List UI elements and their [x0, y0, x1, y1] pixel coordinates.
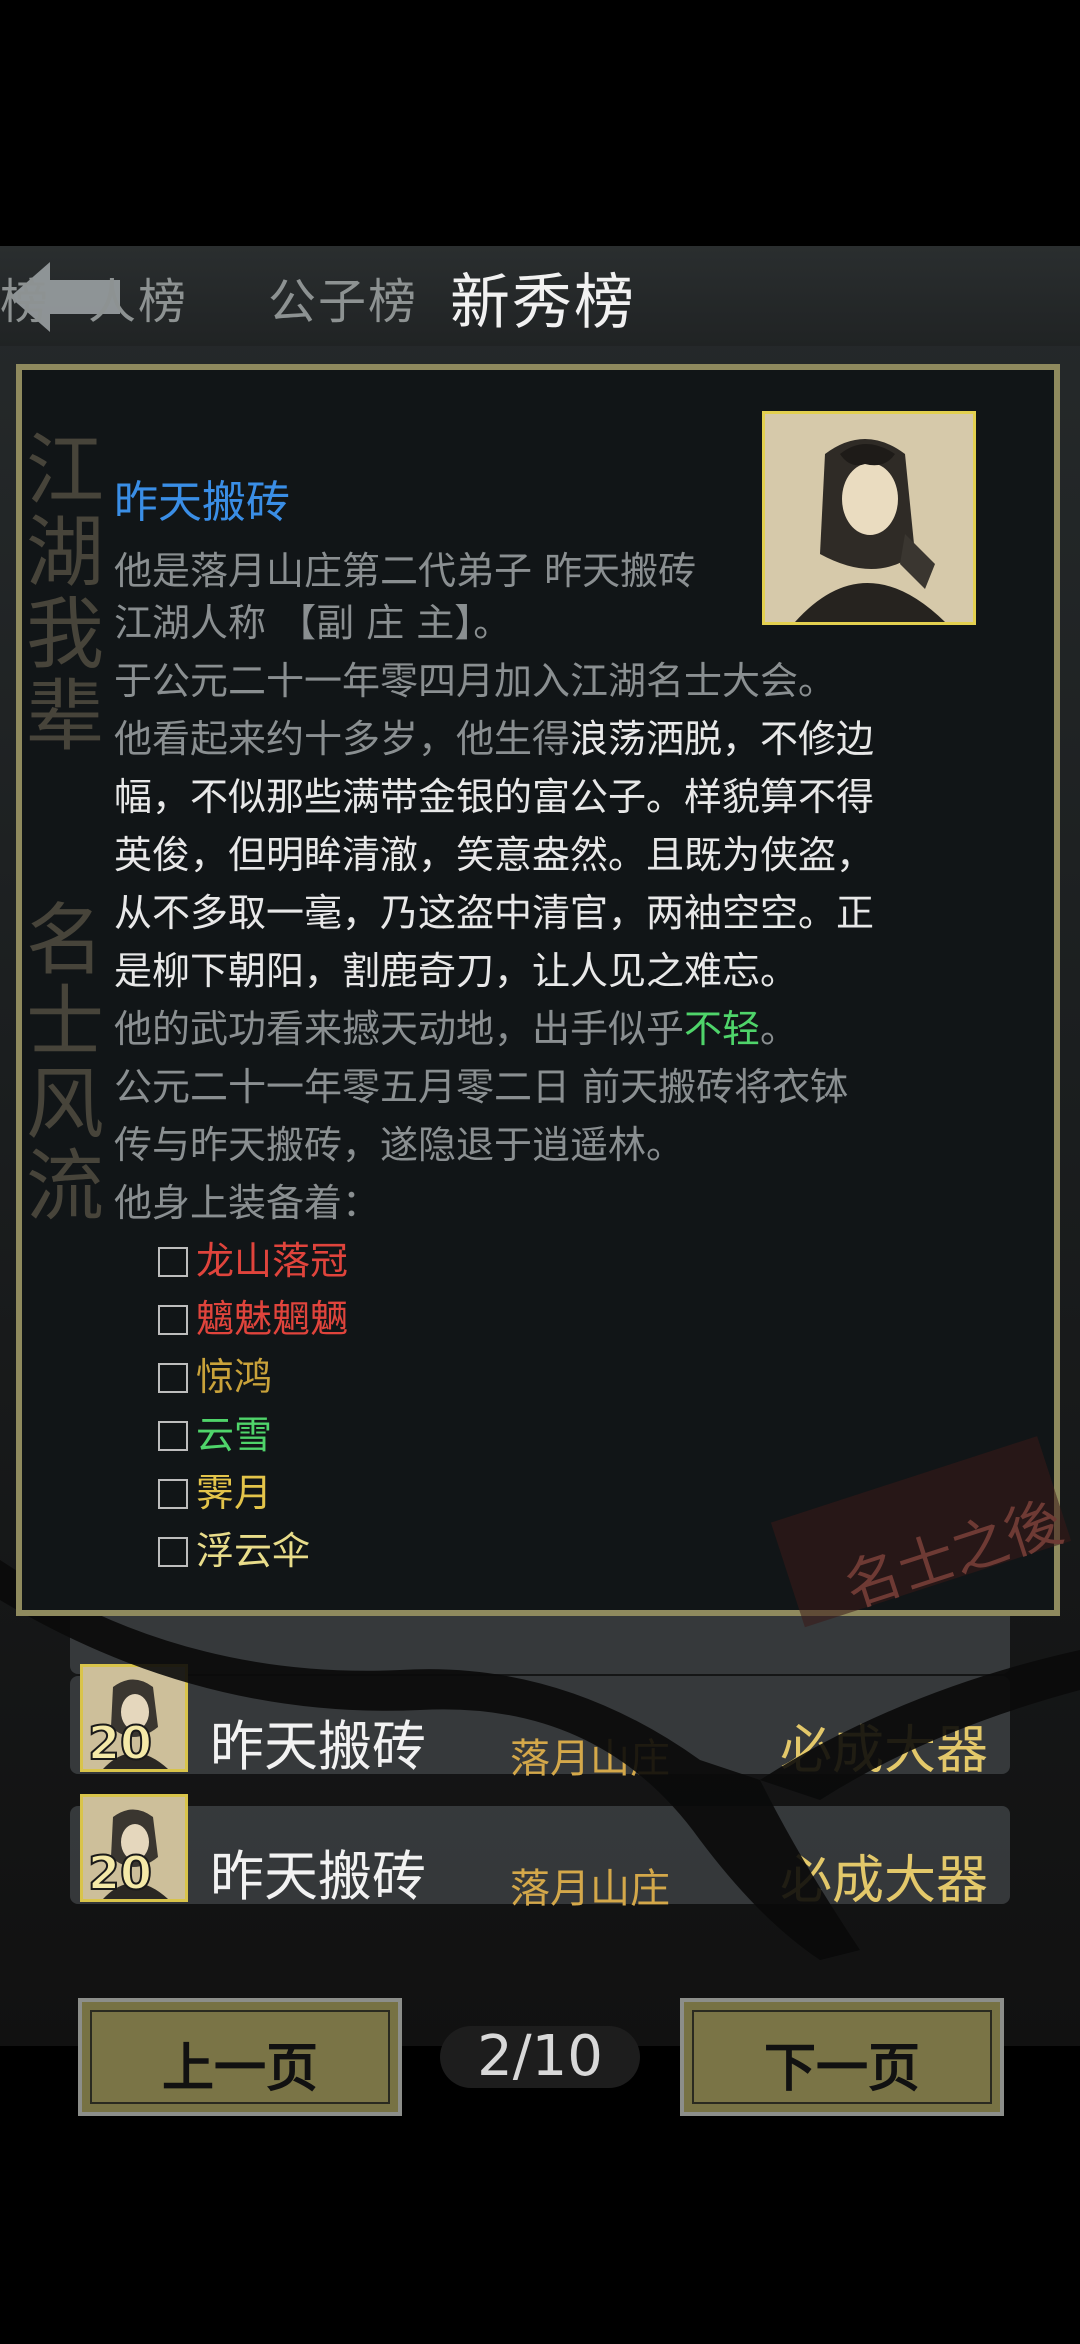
- hero-kungfu-line: 他的武功看来撼天动地，出手似乎不轻。: [114, 998, 798, 1053]
- hero-desc-line: 是柳下朝阳，割鹿奇刀，让人见之难忘。: [114, 949, 799, 993]
- kungfu-prefix: 他的武功看来撼天动地，出手似乎: [114, 1007, 685, 1051]
- hero-desc-line: 英俊，但明眸清澈，笑意盎然。且既为侠盗，: [114, 833, 875, 877]
- next-page-button[interactable]: 下一页: [680, 1998, 1004, 2116]
- tab-prev-partial[interactable]: 榜: [0, 262, 50, 332]
- equip-name: 龙山落冠: [196, 1239, 349, 1283]
- equip-item[interactable]: 龙山落冠: [158, 1230, 348, 1285]
- equip-name: 云雪: [196, 1413, 273, 1457]
- hero-history-line: 传与昨天搬砖，遂隐退于逍遥林。: [114, 1123, 685, 1167]
- desc-prefix: 他看起来约十多岁，他生得: [114, 717, 571, 761]
- equip-name: 浮云伞: [196, 1529, 311, 1573]
- hero-line: 于公元二十一年零四月加入江湖名士大会。: [114, 659, 837, 703]
- hero-desc-line: 他看起来约十多岁，他生得浪荡洒脱，不修边: [114, 708, 874, 763]
- equip-title: 他身上装备着：: [114, 1181, 381, 1225]
- equip-item[interactable]: 惊鸿: [158, 1346, 272, 1401]
- equip-item[interactable]: 浮云伞: [158, 1520, 310, 1575]
- hero-line: 江湖人称 【副 庄 主】。: [114, 601, 512, 645]
- equip-item[interactable]: 魑魅魍魉: [158, 1288, 348, 1343]
- tab-xinxiu-bang[interactable]: 新秀榜: [450, 254, 636, 341]
- kungfu-value: 不轻: [684, 1007, 761, 1051]
- kungfu-suffix: 。: [760, 1007, 799, 1051]
- hero-portrait: [762, 411, 976, 625]
- hero-history-line: 公元二十一年零五月零二日 前天搬砖将衣钵: [114, 1065, 849, 1109]
- tab-ren-bang[interactable]: 人榜: [88, 262, 188, 332]
- checkbox-icon: [158, 1247, 188, 1277]
- prev-page-label: 上一页: [161, 2039, 318, 2099]
- calligraphy-left-bottom: 名士风流: [26, 896, 105, 1232]
- equip-name: 霁月: [196, 1471, 273, 1515]
- equip-name: 惊鸿: [196, 1355, 273, 1399]
- ink-brush-decoration: [0, 1560, 1080, 1960]
- page-indicator: 2/10: [440, 2026, 640, 2088]
- hero-desc-line: 幅，不似那些满带金银的富公子。样貌算不得: [114, 775, 875, 819]
- hero-line: 他是落月山庄第二代弟子 昨天搬砖: [114, 549, 697, 593]
- next-page-label: 下一页: [763, 2039, 920, 2099]
- hero-name: 昨天搬砖: [114, 477, 290, 528]
- calligraphy-left-top: 江湖我辈: [26, 426, 105, 762]
- prev-page-button[interactable]: 上一页: [78, 1998, 402, 2116]
- tab-gongzi-bang[interactable]: 公子榜: [268, 262, 418, 332]
- checkbox-icon: [158, 1479, 188, 1509]
- checkbox-icon: [158, 1537, 188, 1567]
- equip-item[interactable]: 云雪: [158, 1404, 272, 1459]
- equip-name: 魑魅魍魉: [196, 1297, 349, 1341]
- hero-desc-line: 从不多取一毫，乃这盗中清官，两袖空空。正: [114, 891, 875, 935]
- checkbox-icon: [158, 1421, 188, 1451]
- equip-item[interactable]: 霁月: [158, 1462, 272, 1517]
- checkbox-icon: [158, 1305, 188, 1335]
- checkbox-icon: [158, 1363, 188, 1393]
- desc-text: 浪荡洒脱，不修边: [570, 717, 875, 761]
